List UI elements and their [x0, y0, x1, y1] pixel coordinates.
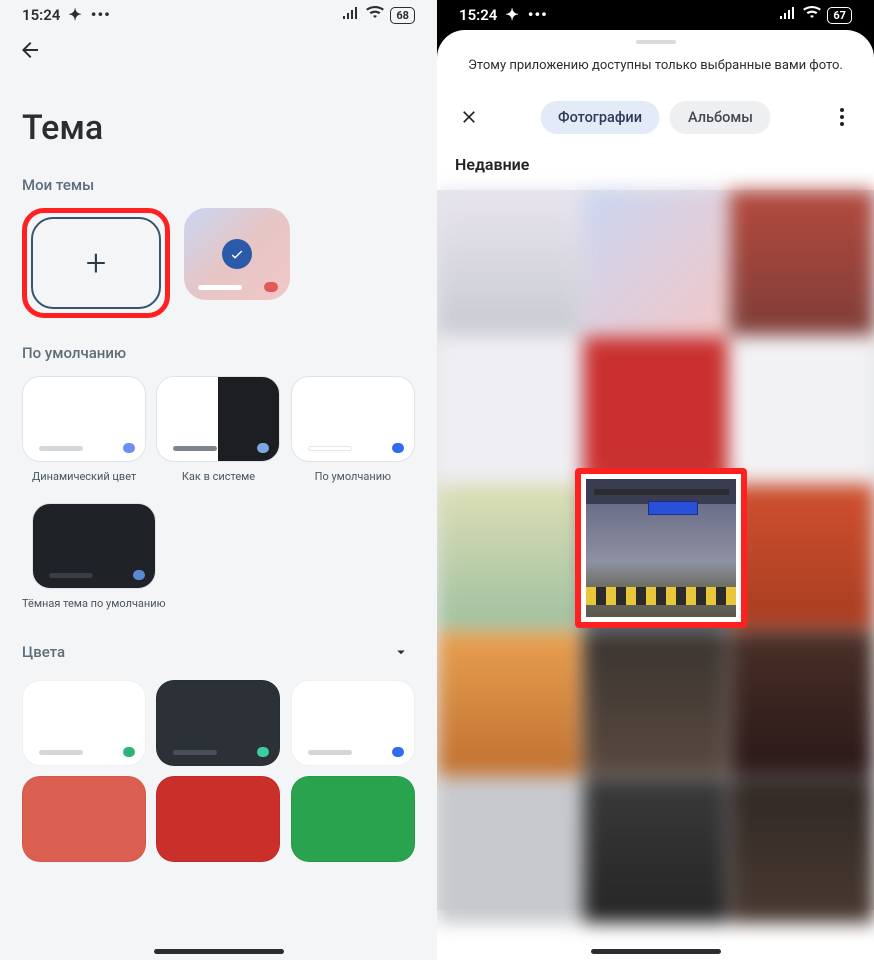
- theme-dynamic[interactable]: [22, 376, 146, 462]
- section-defaults-label: По умолчанию: [0, 344, 437, 376]
- back-arrow-icon[interactable]: [18, 38, 42, 62]
- plus-icon: +: [86, 242, 106, 284]
- photo-picker-sheet: Этому приложению доступны только выбранн…: [437, 30, 874, 960]
- theme-accent-dot: [264, 282, 278, 292]
- color-white-green[interactable]: [22, 680, 146, 766]
- tab-albums[interactable]: Альбомы: [670, 101, 771, 134]
- photo-thumb[interactable]: [437, 484, 581, 629]
- station-sign-icon: [648, 501, 698, 515]
- photo-gallery: [437, 190, 874, 910]
- photo-thumb[interactable]: [583, 337, 727, 482]
- signal-icon: [779, 6, 797, 24]
- theme-dark-default-label: Тёмная тема по умолчанию: [22, 597, 166, 610]
- battery-level: 68: [396, 9, 409, 22]
- status-chat-icon: ✦: [68, 7, 82, 23]
- more-menu-icon[interactable]: [822, 97, 862, 137]
- phone-right-photo-picker: 15:24 ✦ ••• 67 Этому приложению доступны…: [437, 0, 874, 960]
- theme-dark-default[interactable]: [32, 503, 156, 589]
- battery-indicator: 67: [827, 7, 852, 24]
- photo-thumb[interactable]: [583, 778, 727, 923]
- status-chat-icon: ✦: [505, 7, 519, 23]
- close-icon[interactable]: [449, 97, 489, 137]
- page-title: Тема: [0, 68, 437, 176]
- highlight-selected-photo[interactable]: [575, 468, 747, 628]
- status-bar-right: 15:24 ✦ ••• 67: [437, 0, 874, 26]
- photo-thumb[interactable]: [437, 631, 581, 776]
- recents-label: Недавние: [437, 155, 874, 190]
- home-indicator[interactable]: [591, 949, 721, 954]
- photo-train-station: [586, 479, 736, 617]
- signal-icon: [342, 6, 360, 24]
- photo-thumb[interactable]: [730, 631, 874, 776]
- theme-default-label: По умолчанию: [315, 470, 391, 483]
- photo-thumb[interactable]: [437, 190, 581, 335]
- color-red[interactable]: [156, 776, 280, 862]
- photo-thumb[interactable]: [583, 631, 727, 776]
- photo-thumb[interactable]: [730, 484, 874, 629]
- current-theme-card[interactable]: [184, 208, 290, 300]
- photo-thumb[interactable]: [730, 337, 874, 482]
- color-green[interactable]: [291, 776, 415, 862]
- theme-system[interactable]: [156, 376, 280, 462]
- photo-thumb[interactable]: [437, 337, 581, 482]
- status-bar: 15:24 ✦ ••• 68: [0, 0, 437, 26]
- tab-photos[interactable]: Фотографии: [540, 101, 660, 134]
- wifi-icon: [366, 6, 384, 24]
- theme-system-label: Как в системе: [182, 470, 255, 483]
- photo-thumb[interactable]: [583, 190, 727, 335]
- status-more-icon: •••: [528, 7, 548, 23]
- wifi-icon: [803, 6, 821, 24]
- theme-dynamic-label: Динамический цвет: [32, 470, 136, 483]
- photo-thumb[interactable]: [437, 778, 581, 923]
- section-colors-label: Цвета: [22, 643, 65, 661]
- color-white-blue[interactable]: [291, 680, 415, 766]
- color-charcoal-teal[interactable]: [156, 680, 280, 766]
- photo-thumb[interactable]: [730, 778, 874, 923]
- chevron-down-icon[interactable]: [387, 638, 415, 666]
- sheet-grabber[interactable]: [636, 40, 676, 44]
- theme-strip-icon: [198, 285, 242, 290]
- section-my-themes-label: Мои темы: [0, 176, 437, 208]
- phone-left-theme-settings: 15:24 ✦ ••• 68 Тема Мои темы +: [0, 0, 437, 960]
- check-icon: [222, 239, 252, 269]
- home-indicator[interactable]: [154, 949, 284, 954]
- theme-default[interactable]: [291, 376, 415, 462]
- limited-access-note: Этому приложению доступны только выбранн…: [437, 58, 874, 97]
- highlight-add-theme: +: [22, 208, 170, 318]
- add-theme-button[interactable]: +: [31, 217, 161, 309]
- photo-thumb[interactable]: [730, 190, 874, 335]
- battery-level: 67: [833, 9, 846, 22]
- color-salmon[interactable]: [22, 776, 146, 862]
- status-more-icon: •••: [91, 7, 111, 23]
- status-time: 15:24: [22, 6, 60, 24]
- battery-indicator: 68: [390, 7, 415, 24]
- status-time: 15:24: [459, 6, 497, 24]
